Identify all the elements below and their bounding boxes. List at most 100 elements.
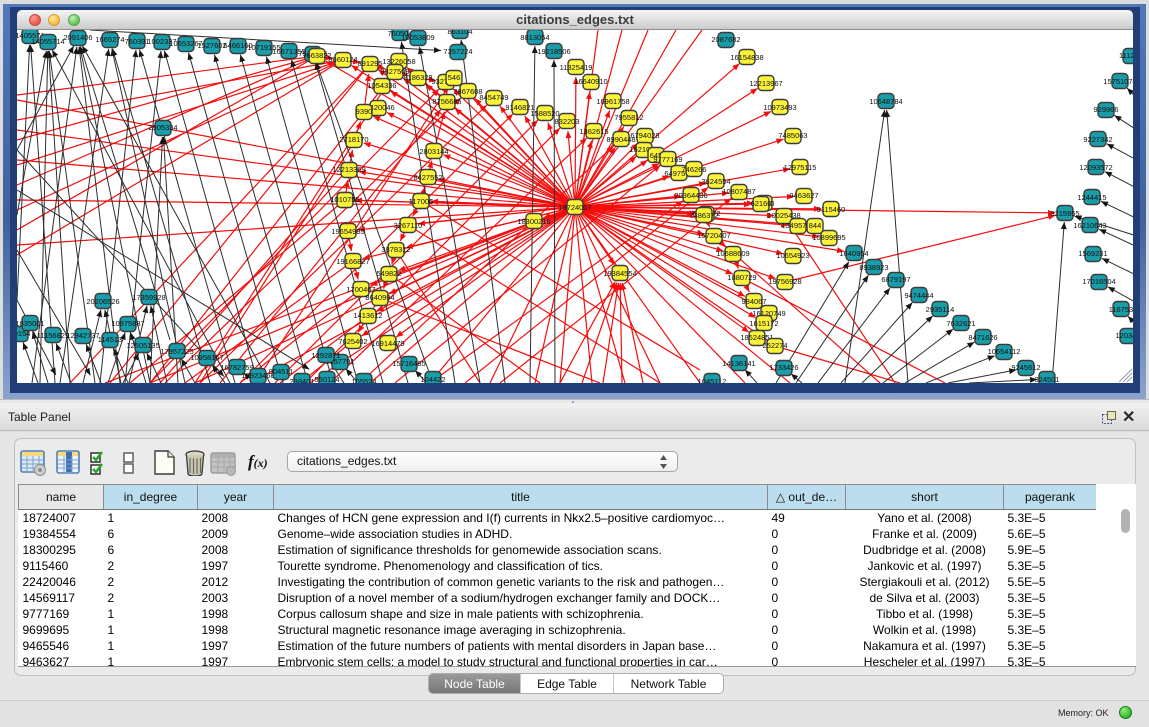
- svg-text:8471626: 8471626: [968, 333, 997, 342]
- svg-text:1569231: 1569231: [1078, 249, 1107, 258]
- svg-text:1880729: 1880729: [727, 273, 756, 282]
- svg-text:8756685: 8756685: [432, 97, 461, 106]
- svg-text:746266: 746266: [681, 165, 706, 174]
- svg-text:117006: 117006: [409, 197, 433, 206]
- svg-text:8427552: 8427552: [413, 173, 442, 182]
- svg-text:252274: 252274: [762, 341, 787, 350]
- svg-text:8215955: 8215955: [1050, 209, 1079, 218]
- svg-text:15716485: 15716485: [392, 359, 425, 368]
- svg-text:17359928: 17359928: [132, 293, 165, 302]
- svg-text:10807487: 10807487: [722, 187, 755, 196]
- svg-text:1665274: 1665274: [95, 35, 124, 44]
- svg-text:924501: 924501: [1034, 375, 1059, 383]
- svg-text:8454749: 8454749: [479, 93, 508, 102]
- svg-text:19218506: 19218506: [537, 47, 570, 56]
- svg-text:116753: 116753: [1109, 305, 1133, 314]
- svg-text:7663822: 7663822: [302, 51, 331, 60]
- svg-text:9474444: 9474444: [904, 291, 933, 300]
- svg-text:549822: 549822: [376, 269, 401, 278]
- svg-text:3267110: 3267110: [394, 221, 423, 230]
- svg-text:10648784: 10648784: [869, 97, 902, 106]
- svg-text:62160: 62160: [751, 199, 772, 208]
- svg-text:8186328: 8186328: [403, 73, 432, 82]
- svg-text:10975887: 10975887: [111, 319, 144, 328]
- svg-text:238401: 238401: [289, 377, 314, 383]
- svg-text:104422: 104422: [420, 375, 445, 383]
- svg-text:15751074: 15751074: [1103, 77, 1133, 86]
- svg-text:2867608: 2867608: [453, 87, 482, 96]
- svg-text:11325419: 11325419: [560, 63, 593, 72]
- svg-text:1835001: 1835001: [17, 319, 45, 328]
- svg-text:2905334: 2905334: [148, 123, 177, 132]
- svg-text:12975115: 12975115: [784, 163, 817, 172]
- svg-text:7486372: 7486372: [689, 211, 718, 220]
- svg-text:7357224: 7357224: [443, 47, 472, 56]
- svg-text:11156829: 11156829: [37, 331, 69, 340]
- svg-text:10053809: 10053809: [401, 33, 434, 42]
- svg-text:10654112: 10654112: [988, 347, 1021, 356]
- svg-text:904511: 904511: [269, 367, 293, 376]
- svg-text:18300215: 18300215: [517, 217, 550, 226]
- svg-text:1733426: 1733426: [769, 363, 798, 372]
- svg-text:1527602: 1527602: [197, 41, 226, 50]
- svg-text:7632621: 7632621: [946, 319, 975, 328]
- svg-text:9390: 9390: [356, 107, 373, 116]
- svg-text:2935114: 2935114: [926, 305, 955, 314]
- svg-text:863104: 863104: [447, 30, 472, 36]
- svg-text:1045112: 1045112: [698, 377, 727, 383]
- svg-text:760391: 760391: [124, 37, 149, 46]
- svg-text:16961758: 16961758: [596, 97, 629, 106]
- svg-text:10958167: 10958167: [190, 353, 223, 362]
- svg-text:984067: 984067: [741, 297, 766, 306]
- svg-text:17016504: 17016504: [1082, 277, 1115, 286]
- svg-text:1413612: 1413612: [353, 311, 382, 320]
- svg-text:16154838: 16154838: [730, 53, 763, 62]
- svg-text:12505135: 12505135: [126, 341, 159, 350]
- svg-text:1362615: 1362615: [579, 127, 608, 136]
- svg-text:3624554: 3624554: [701, 177, 730, 186]
- svg-text:15720407: 15720407: [697, 231, 730, 240]
- svg-text:12942737: 12942737: [66, 331, 99, 340]
- svg-text:8938923: 8938923: [859, 263, 888, 272]
- svg-text:7625402: 7625402: [338, 337, 367, 346]
- svg-text:2087682: 2087682: [711, 35, 740, 44]
- svg-text:12093572: 12093572: [1079, 163, 1112, 172]
- svg-text:10688609: 10688609: [716, 249, 749, 258]
- svg-text:8813054: 8813054: [520, 33, 549, 42]
- svg-text:16914479: 16914479: [371, 339, 404, 348]
- svg-text:10654923: 10654923: [776, 251, 809, 260]
- svg-text:832203: 832203: [554, 117, 579, 126]
- svg-text:19166827: 19166827: [336, 257, 369, 266]
- svg-text:19654985: 19654985: [331, 227, 364, 236]
- svg-text:9463627: 9463627: [789, 191, 818, 200]
- svg-text:19384554: 19384554: [603, 269, 636, 278]
- svg-text:105524: 105524: [351, 377, 376, 383]
- svg-text:1615172: 1615172: [749, 319, 778, 328]
- svg-text:12213369: 12213369: [332, 165, 365, 174]
- svg-text:8660124: 8660124: [328, 55, 357, 64]
- svg-text:929966: 929966: [1093, 105, 1118, 114]
- svg-text:20206526: 20206526: [86, 297, 119, 306]
- svg-text:9227342: 9227342: [1083, 135, 1112, 144]
- svg-text:120345: 120345: [1115, 331, 1133, 340]
- svg-text:10899695: 10899695: [812, 233, 845, 242]
- svg-text:16210643: 16210643: [1073, 221, 1106, 230]
- svg-text:1010755: 1010755: [330, 195, 359, 204]
- svg-text:14136141: 14136141: [722, 359, 755, 368]
- svg-text:2803144: 2803144: [419, 147, 448, 156]
- svg-text:6794028: 6794028: [630, 131, 659, 140]
- svg-text:18724007: 18724007: [558, 203, 591, 212]
- svg-text:20364436: 20364436: [674, 191, 707, 200]
- svg-text:844: 844: [809, 221, 822, 230]
- svg-text:9245612: 9245612: [1011, 363, 1040, 372]
- svg-text:17957225: 17957225: [160, 347, 193, 356]
- svg-text:9777169: 9777169: [653, 155, 682, 164]
- svg-text:2091406: 2091406: [63, 33, 92, 42]
- svg-text:19756928: 19756928: [768, 277, 801, 286]
- svg-text:16640910: 16640910: [574, 77, 607, 86]
- svg-text:550124: 550124: [314, 375, 339, 383]
- svg-text:1054336: 1054336: [367, 81, 396, 90]
- svg-text:1244415: 1244415: [1077, 193, 1106, 202]
- svg-text:1292871: 1292871: [311, 351, 340, 360]
- svg-text:546: 546: [448, 73, 461, 82]
